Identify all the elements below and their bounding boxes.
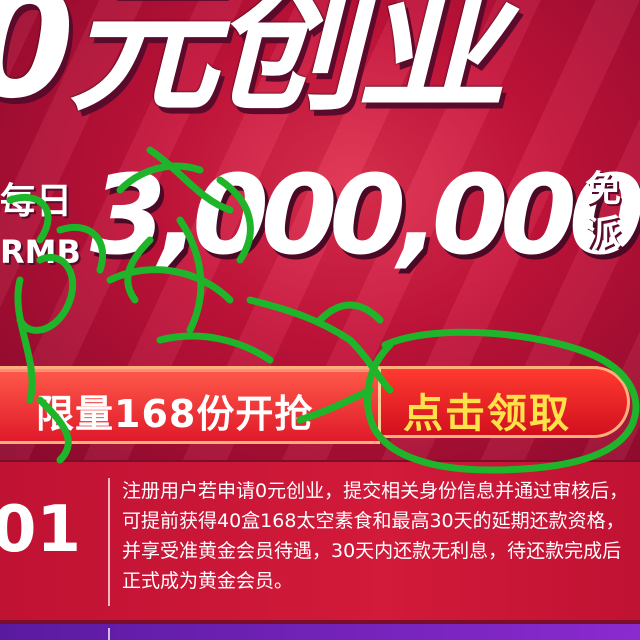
next-step-divider (108, 628, 110, 640)
step-description: 注册用户若申请0元创业，提交相关身份信息并通过审核后，可提前获得40盒168太空… (122, 480, 629, 592)
limited-offer-text: 限量168份开抢 (36, 392, 314, 436)
limited-offer-banner: 限量168份开抢 (0, 366, 380, 444)
step-divider (108, 478, 110, 606)
hero-side-label-bottom: RMB (0, 233, 81, 271)
hero-free-label-top: 免 (585, 169, 622, 210)
hero-free-label-bottom: 派 (585, 213, 622, 254)
next-step-card-edge (0, 624, 640, 640)
hero-title: 0元创业 (0, 0, 506, 132)
step-card-01: 01 注册用户若申请0元创业，提交相关身份信息并通过审核后，可提前获得40盒16… (0, 462, 640, 620)
hero-side-label-top: 每日 (0, 181, 73, 222)
cta-bar: 限量168份开抢 点击领取 (0, 360, 640, 444)
claim-button[interactable]: 点击领取 (378, 366, 630, 438)
step-number: 01 (0, 493, 82, 567)
claim-button-label: 点击领取 (403, 391, 571, 437)
hero-amount: 3,000,000 (90, 151, 640, 279)
